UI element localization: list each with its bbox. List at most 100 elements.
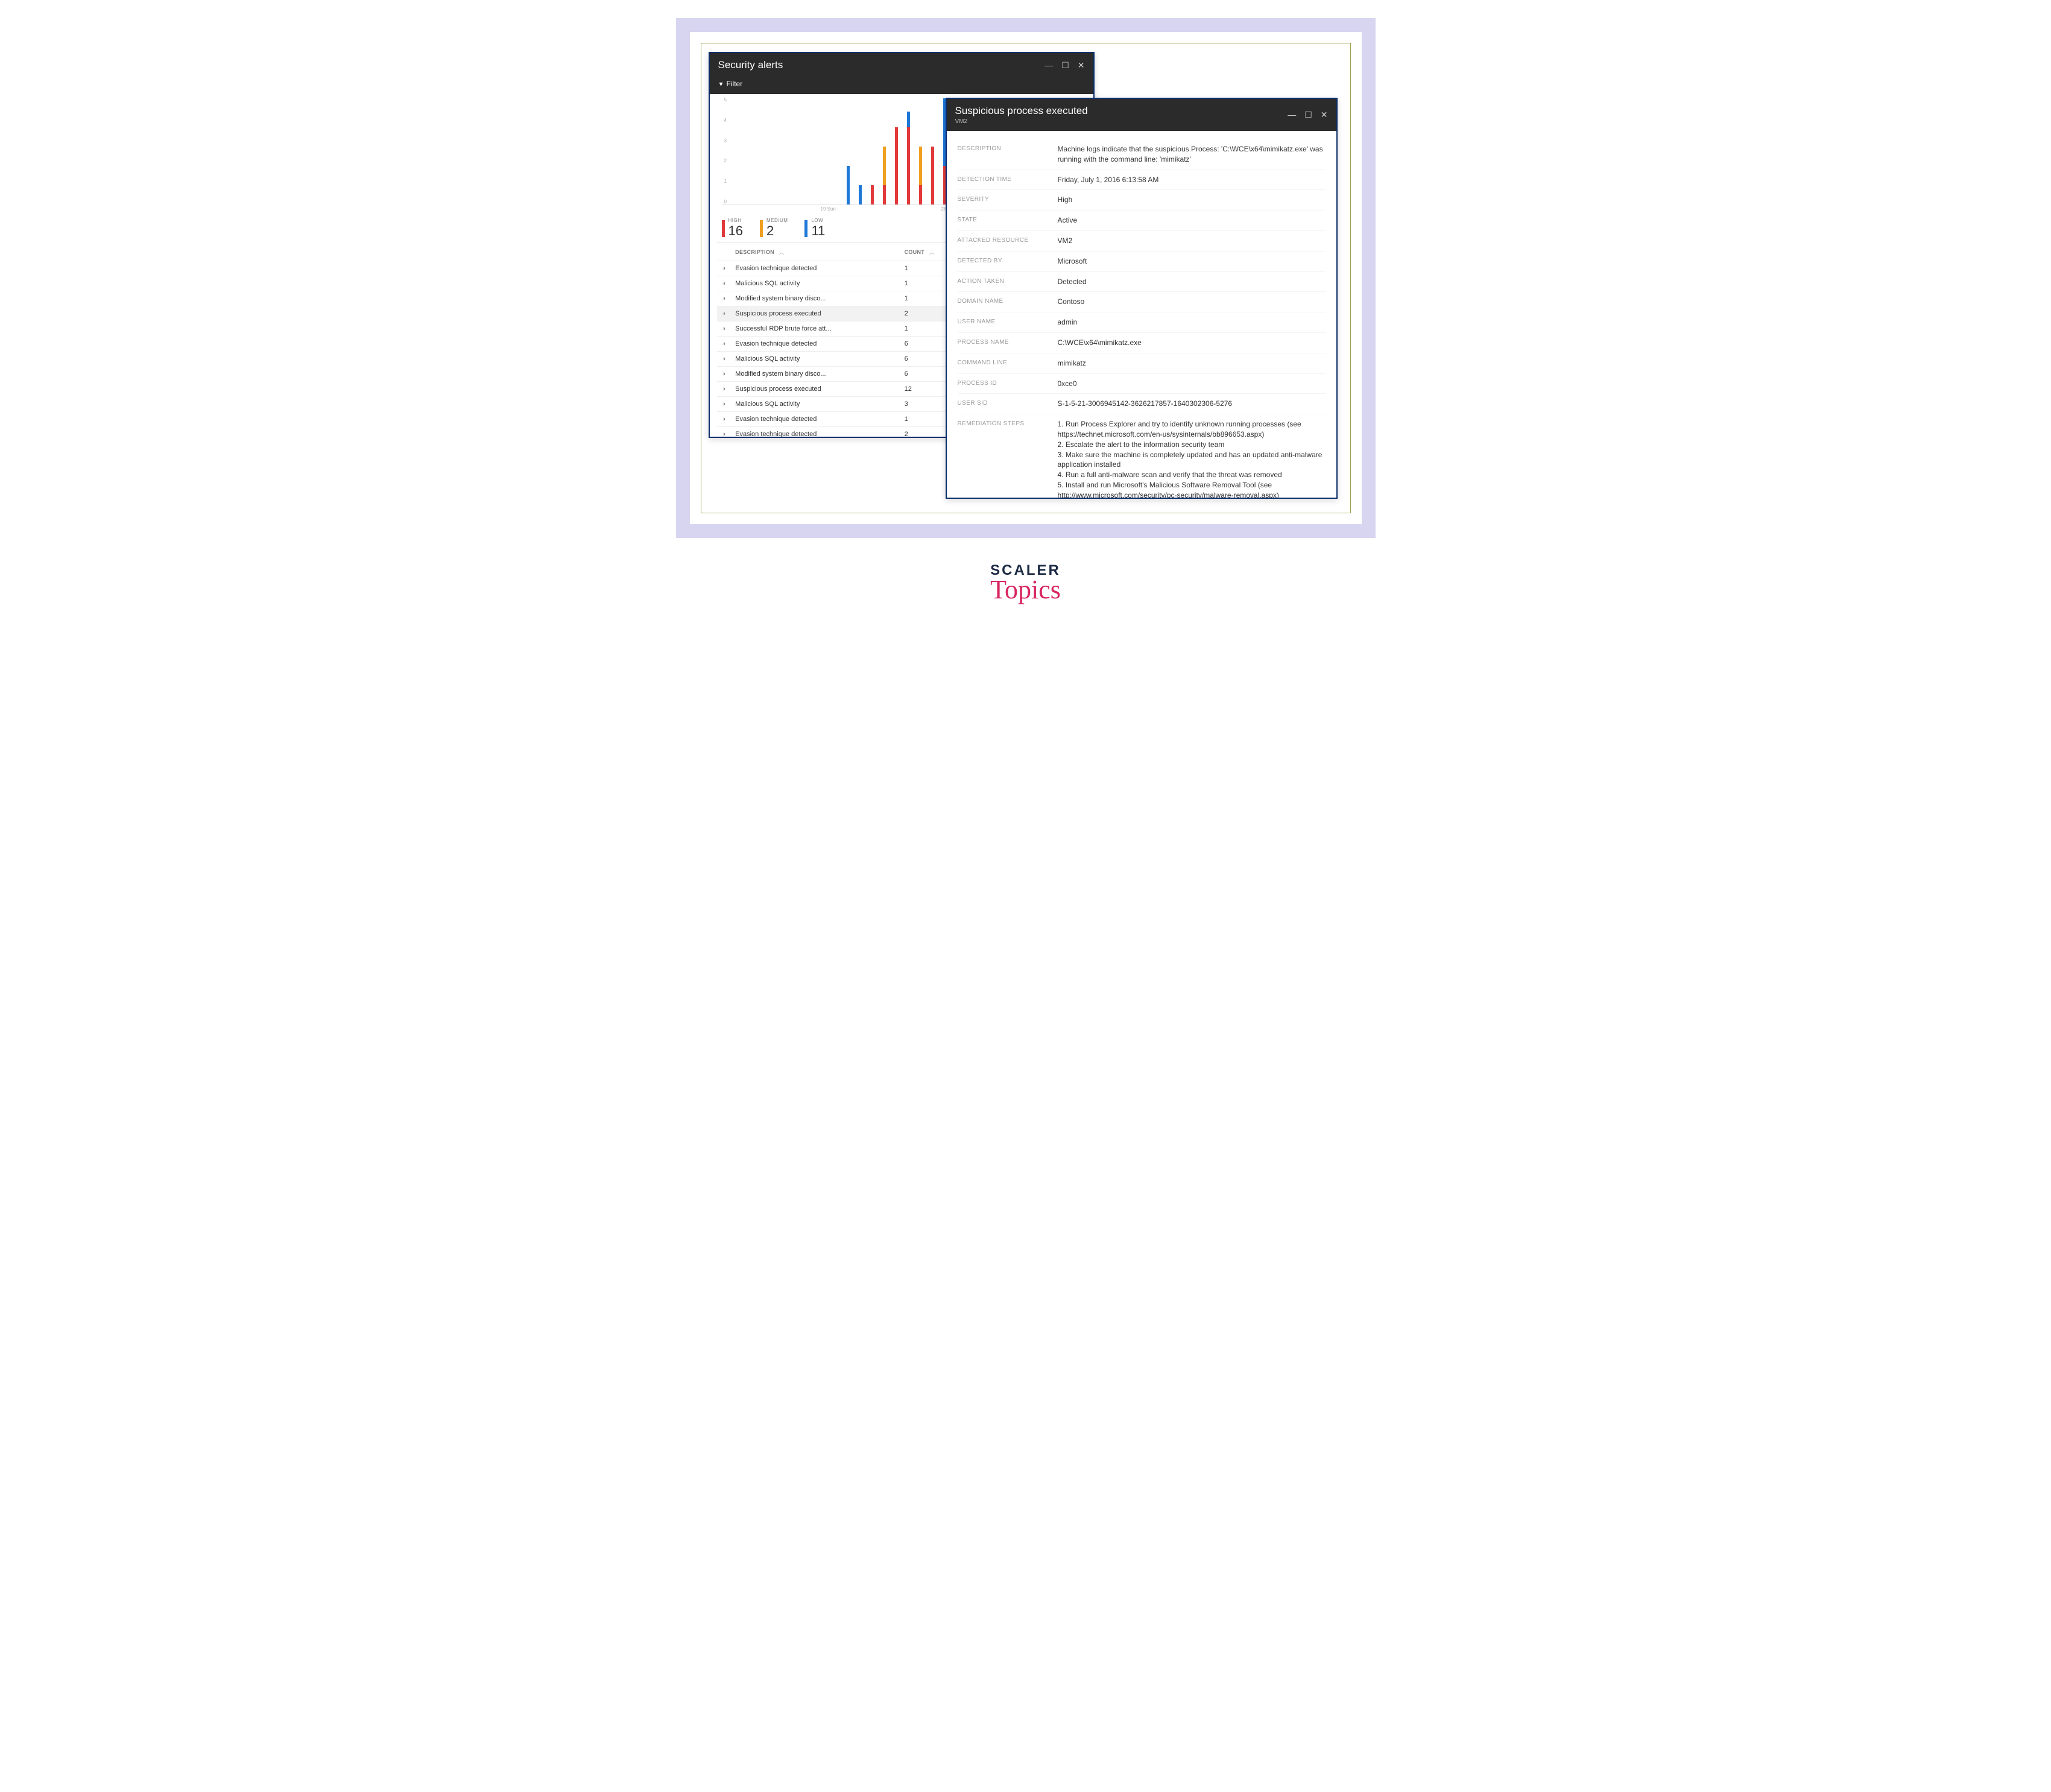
- severity-high-value: 16: [728, 223, 743, 239]
- field-value: 1. Run Process Explorer and try to ident…: [1058, 419, 1326, 498]
- detail-field: REMEDIATION STEPS1. Run Process Explorer…: [958, 414, 1326, 498]
- column-header[interactable]: DESCRIPTION︿: [730, 243, 899, 261]
- alert-icon: ◑: [717, 261, 731, 276]
- detail-field: STATE Active: [958, 210, 1326, 230]
- field-value: Contoso: [1058, 297, 1326, 307]
- pane-subtitle: VM2: [955, 118, 1288, 125]
- severity-high[interactable]: HIGH 16: [722, 218, 743, 239]
- field-value: VM2: [1058, 236, 1326, 246]
- window-controls: — ☐ ✕: [1288, 110, 1327, 120]
- alert-detail-pane: Suspicious process executed VM2 — ☐ ✕ DE…: [946, 98, 1338, 499]
- field-value: High: [1058, 195, 1326, 205]
- cell-description: Suspicious process executed: [730, 306, 899, 321]
- filter-icon: ▾: [719, 80, 723, 88]
- alert-icon: ◑: [717, 412, 731, 427]
- detail-field: DETECTION TIME Friday, July 1, 2016 6:13:…: [958, 169, 1326, 190]
- alert-icon: ◑: [717, 352, 731, 367]
- severity-low-label: LOW: [811, 218, 825, 223]
- cell-description: Malicious SQL activity: [730, 397, 899, 412]
- outer-frame: Security alerts — ☐ ✕ ▾ Filter 543210 19…: [676, 18, 1376, 538]
- field-value: C:\WCE\x64\mimikatz.exe: [1058, 338, 1326, 348]
- minimize-icon[interactable]: —: [1288, 110, 1296, 120]
- detail-field: PROCESS ID 0xce0: [958, 373, 1326, 394]
- field-label: ACTION TAKEN: [958, 277, 1048, 287]
- field-label: PROCESS ID: [958, 379, 1048, 389]
- minimize-icon[interactable]: —: [1044, 60, 1053, 71]
- field-label: REMEDIATION STEPS: [958, 419, 1048, 498]
- severity-low[interactable]: LOW 11: [804, 218, 825, 239]
- cell-description: Malicious SQL activity: [730, 352, 899, 367]
- severity-medium[interactable]: MEDIUM 2: [760, 218, 788, 239]
- alert-icon: ◑: [717, 367, 731, 382]
- field-label: STATE: [958, 215, 1048, 226]
- alert-icon: ◑: [717, 397, 731, 412]
- close-icon[interactable]: ✕: [1078, 60, 1085, 71]
- field-label: PROCESS NAME: [958, 338, 1048, 348]
- alert-icon: ◑: [717, 276, 731, 291]
- filter-label: Filter: [727, 80, 743, 88]
- field-value: Detected: [1058, 277, 1326, 287]
- cell-description: Evasion technique detected: [730, 427, 899, 442]
- alert-icon: ◑: [717, 291, 731, 306]
- field-value: admin: [1058, 317, 1326, 328]
- field-label: DETECTION TIME: [958, 175, 1048, 185]
- detail-field: DESCRIPTION Machine logs indicate that th…: [958, 139, 1326, 169]
- detail-field: USER SID S-1-5-21-3006945142-3626217857-1…: [958, 393, 1326, 414]
- alert-icon: ◑: [717, 382, 731, 397]
- cell-description: Suspicious process executed: [730, 382, 899, 397]
- detail-field: DOMAIN NAME Contoso: [958, 291, 1326, 312]
- field-label: DETECTED BY: [958, 256, 1048, 267]
- window-controls: — ☐ ✕: [1044, 60, 1084, 71]
- field-label: DESCRIPTION: [958, 144, 1048, 165]
- maximize-icon[interactable]: ☐: [1061, 60, 1069, 71]
- pane-header: Security alerts — ☐ ✕: [710, 53, 1093, 77]
- field-label: USER SID: [958, 399, 1048, 409]
- field-value: Active: [1058, 215, 1326, 226]
- alert-icon: ◑: [717, 321, 731, 337]
- severity-high-label: HIGH: [728, 218, 743, 223]
- detail-field: DETECTED BY Microsoft: [958, 251, 1326, 271]
- detail-field: COMMAND LINEmimikatz: [958, 353, 1326, 373]
- cell-description: Evasion technique detected: [730, 337, 899, 352]
- pane-title: Security alerts: [718, 59, 1045, 71]
- field-value: 0xce0: [1058, 379, 1326, 389]
- scaler-topics-logo: SCALER Topics: [18, 562, 2033, 605]
- field-value: Microsoft: [1058, 256, 1326, 267]
- field-value: Friday, July 1, 2016 6:13:58 AM: [1058, 175, 1326, 185]
- detail-field: USER NAME admin: [958, 312, 1326, 332]
- cell-description: Malicious SQL activity: [730, 276, 899, 291]
- field-label: ATTACKED RESOURCE: [958, 236, 1048, 246]
- alert-icon: ◑: [717, 427, 731, 442]
- field-label: USER NAME: [958, 317, 1048, 328]
- maximize-icon[interactable]: ☐: [1304, 110, 1312, 120]
- detail-body[interactable]: DESCRIPTION Machine logs indicate that th…: [947, 131, 1336, 498]
- severity-medium-value: 2: [766, 223, 788, 239]
- severity-low-bar-icon: [804, 220, 807, 237]
- close-icon[interactable]: ✕: [1321, 110, 1328, 120]
- pane-title: Suspicious process executed: [955, 105, 1288, 117]
- logo-bottom-text: Topics: [18, 574, 2033, 605]
- field-value: S-1-5-21-3006945142-3626217857-164030230…: [1058, 399, 1326, 409]
- severity-high-bar-icon: [722, 220, 725, 237]
- pane-header: Suspicious process executed VM2 — ☐ ✕: [947, 99, 1336, 131]
- severity-low-value: 11: [811, 223, 825, 239]
- alert-icon: ◑: [717, 306, 731, 321]
- detail-field: PROCESS NAME C:\WCE\x64\mimikatz.exe: [958, 332, 1326, 353]
- cell-description: Evasion technique detected: [730, 261, 899, 276]
- severity-medium-bar-icon: [760, 220, 763, 237]
- field-value: mimikatz: [1058, 358, 1326, 369]
- severity-medium-label: MEDIUM: [766, 218, 788, 223]
- cell-description: Modified system binary disco...: [730, 367, 899, 382]
- cell-description: Evasion technique detected: [730, 412, 899, 427]
- detail-field: ACTION TAKEN Detected: [958, 271, 1326, 292]
- field-value: Machine logs indicate that the suspiciou…: [1058, 144, 1326, 165]
- field-label: SEVERITY: [958, 195, 1048, 205]
- mid-frame: Security alerts — ☐ ✕ ▾ Filter 543210 19…: [689, 31, 1362, 525]
- detail-field: ATTACKED RESOURCE VM2: [958, 230, 1326, 251]
- field-label: DOMAIN NAME: [958, 297, 1048, 307]
- filter-bar[interactable]: ▾ Filter: [710, 77, 1093, 94]
- cell-description: Successful RDP brute force att...: [730, 321, 899, 337]
- cell-description: Modified system binary disco...: [730, 291, 899, 306]
- alert-icon: ◑: [717, 337, 731, 352]
- inner-frame: Security alerts — ☐ ✕ ▾ Filter 543210 19…: [701, 43, 1351, 513]
